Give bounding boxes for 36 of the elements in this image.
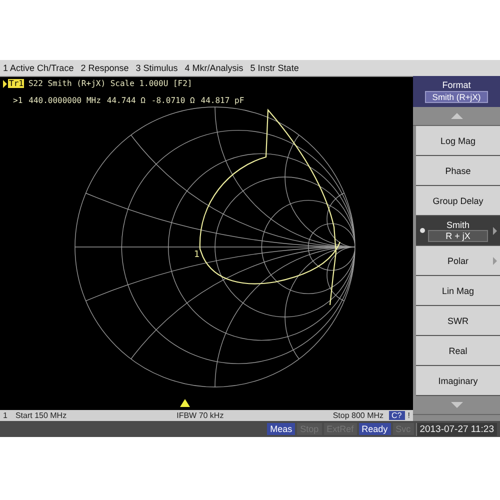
marker-reactance: -8.0710 Ω [151,96,195,105]
trace-badge[interactable]: Tr1 [8,79,24,88]
status-indicator: Meas [267,423,296,435]
submenu-arrow-icon [493,227,497,235]
menu-item[interactable]: 2 Response [80,63,129,73]
status-indicator: Ready [358,423,391,435]
softkey-button[interactable]: Phase [416,156,500,186]
start-frequency: Start 150 MHz [15,411,67,420]
softkey-button[interactable]: Smith R + jX [416,216,500,246]
stop-frequency: Stop 800 MHz [332,411,384,420]
marker-frequency: 440.0000000 MHz [28,96,101,105]
softkey-button[interactable]: Log Mag [416,126,500,156]
softkey-button[interactable]: Imaginary [416,366,500,396]
softkey-button[interactable]: Group Delay [416,186,500,216]
channel-number: 1 [3,411,8,420]
menu-item[interactable]: 1 Active Ch/Trace [3,63,74,73]
softkey-button[interactable]: Real [416,336,500,366]
trace-header: S22 Smith (R+jX) Scale 1.000U [F2] [28,79,192,88]
softkey-button[interactable]: SWR [416,306,500,336]
if-bandwidth: IFBW 70 kHz [176,411,224,420]
softkey-button[interactable]: Lin Mag [416,276,500,306]
current-format: Smith (R+jX) [425,91,488,103]
marker-label: >1 [13,96,23,105]
menu-item[interactable]: 4 Mkr/Analysis [184,63,244,73]
calibration-badge: C? [388,411,405,420]
marker-number: 1 [194,250,200,260]
submenu-arrow-icon [493,257,497,265]
menu-title: Format [442,80,471,90]
warning-indicator: ! [408,411,410,420]
marker-capacitance: 44.817 pF [200,96,244,105]
softkey-button[interactable]: Polar [416,246,500,276]
marker-resistance: 44.744 Ω [106,96,146,105]
marker-triangle-icon [180,399,190,407]
date-time: 2013-07-27 11:23 [416,422,497,436]
menu-item[interactable]: 3 Stimulus [136,63,178,73]
menu-item[interactable]: 5 Instr State [250,63,299,73]
